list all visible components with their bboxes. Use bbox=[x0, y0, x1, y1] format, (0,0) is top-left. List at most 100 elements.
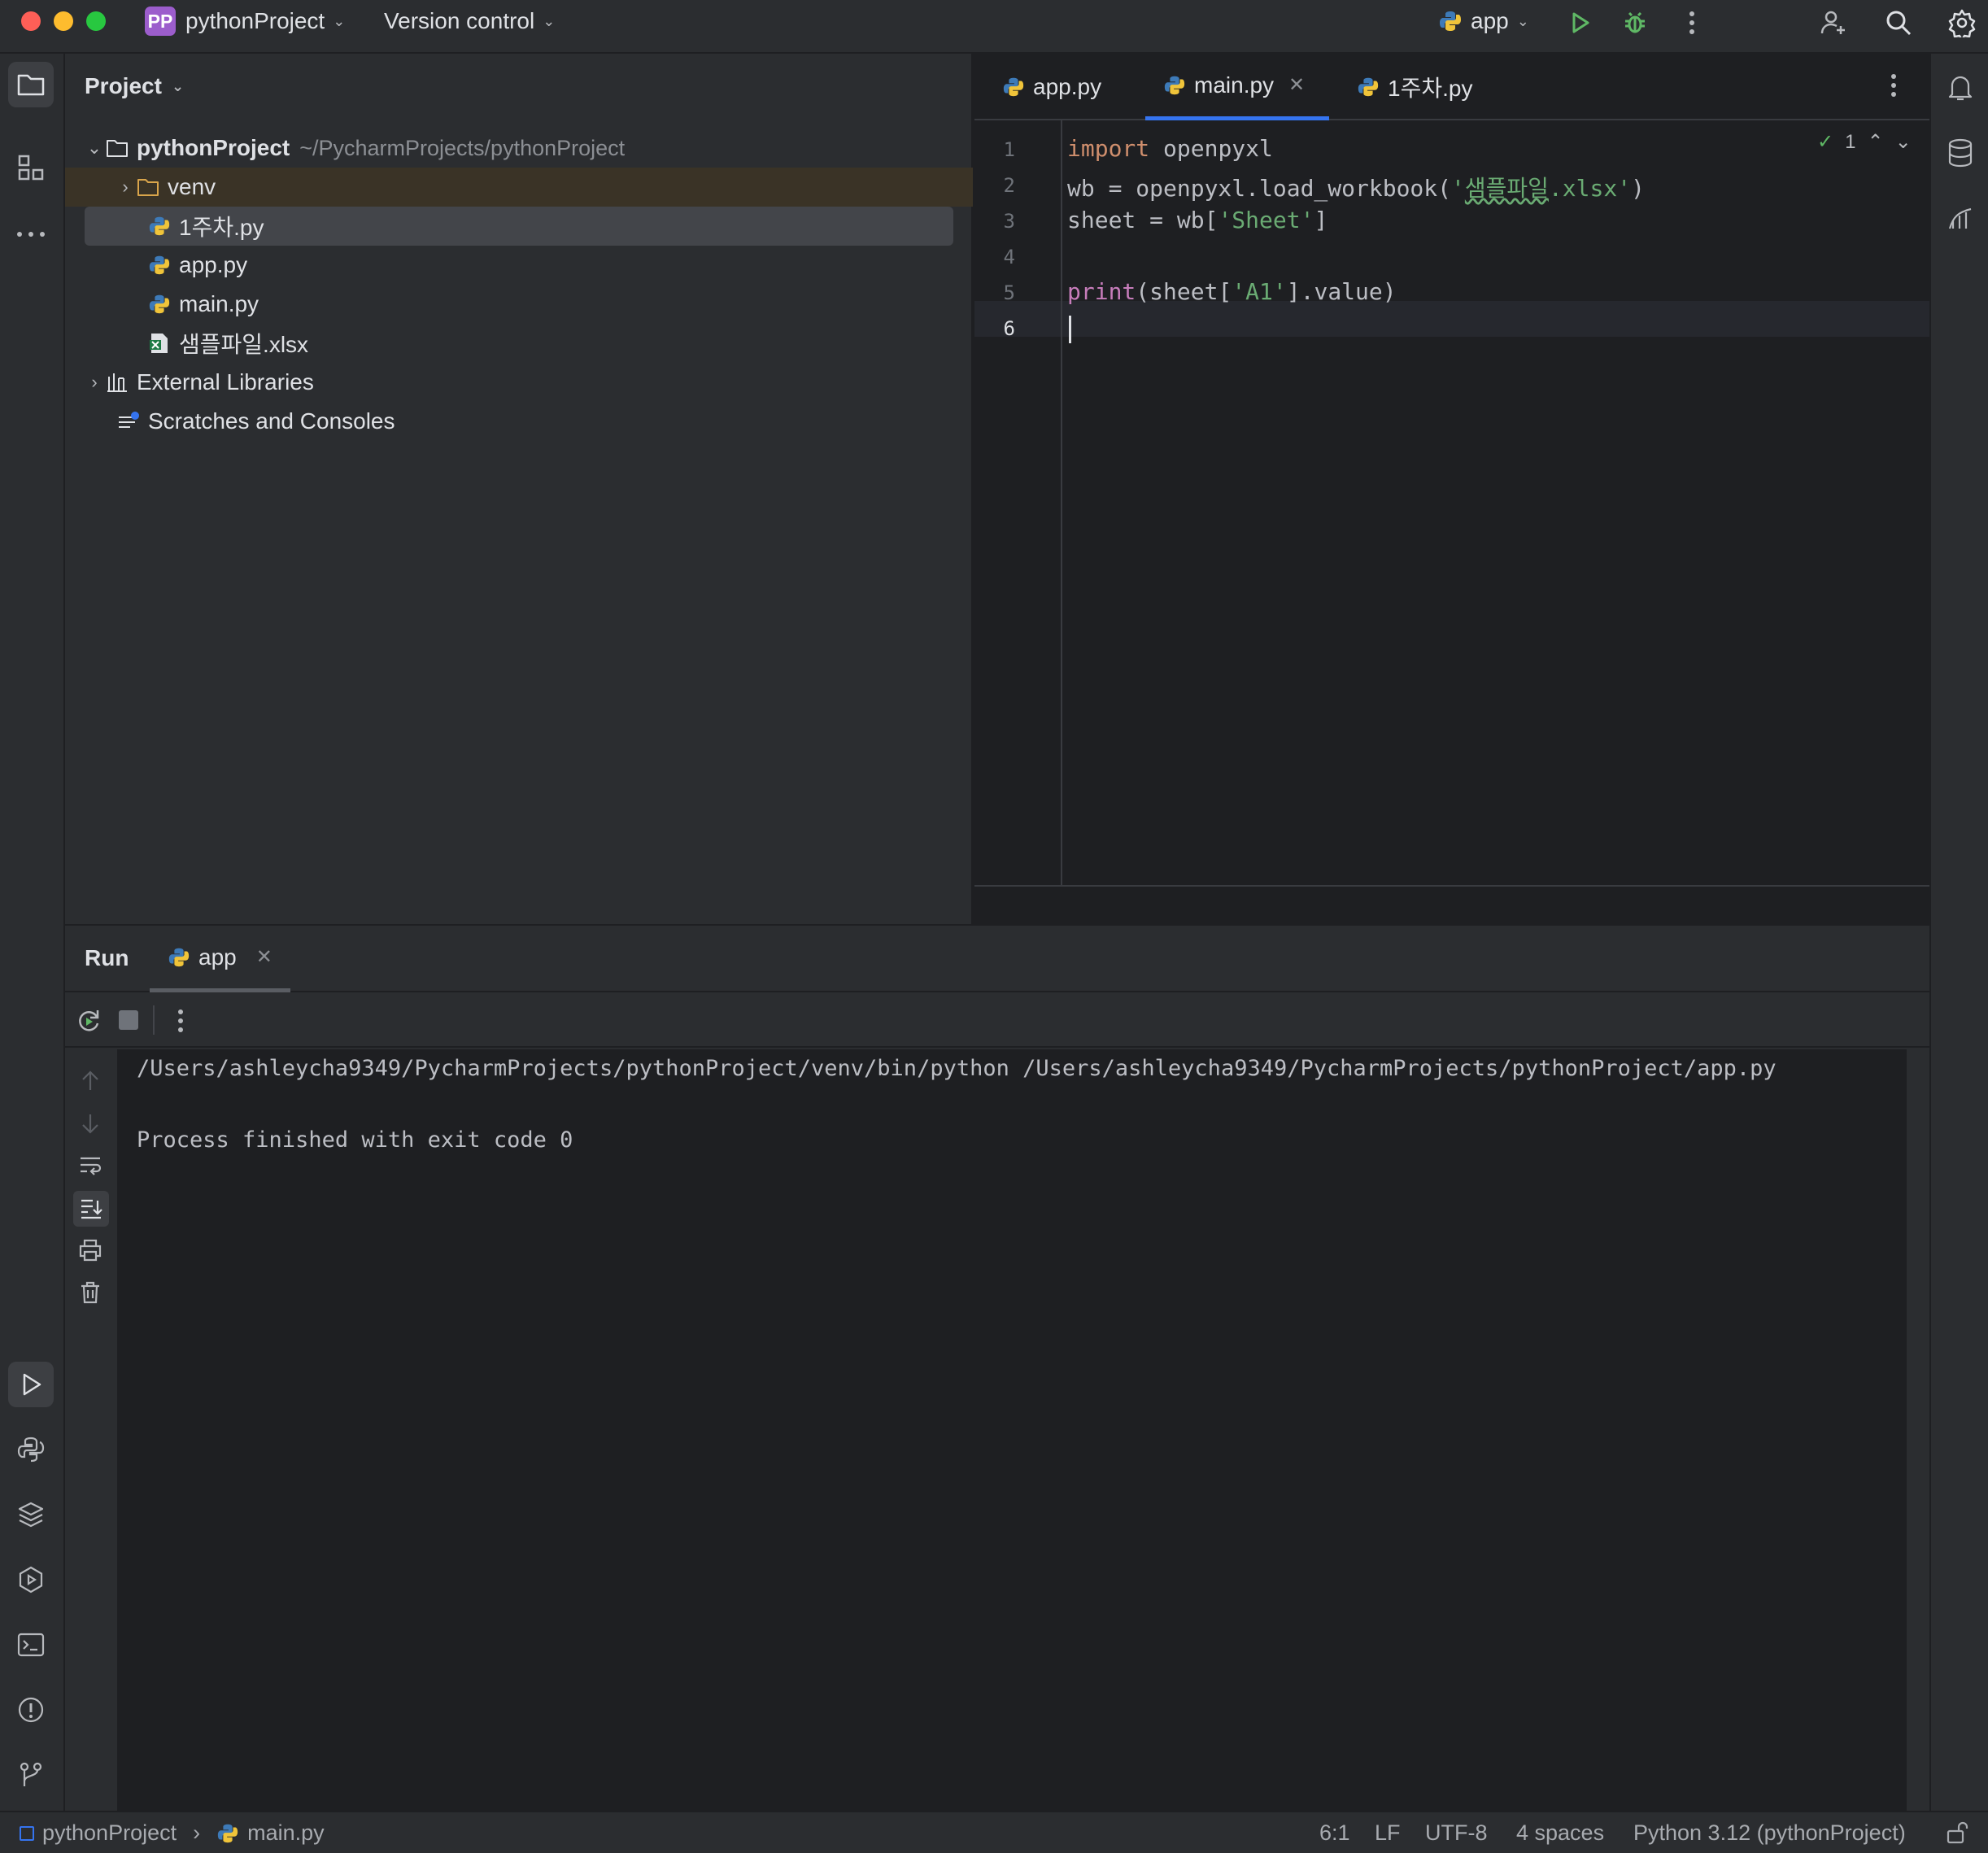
python-interpreter[interactable]: Python 3.12 (pythonProject) bbox=[1633, 1820, 1906, 1846]
tree-item-app-py[interactable]: app.py bbox=[65, 246, 973, 285]
rerun-button[interactable] bbox=[75, 1007, 102, 1039]
tree-item-scratches[interactable]: Scratches and Consoles bbox=[65, 402, 973, 441]
print-button[interactable] bbox=[78, 1238, 102, 1267]
breadcrumb-project[interactable]: pythonProject bbox=[42, 1820, 177, 1846]
project-switcher[interactable]: pythonProject ⌄ bbox=[185, 8, 345, 34]
tree-item-1주차-py[interactable]: 1주차.py bbox=[65, 207, 973, 246]
code-line-5: print(sheet['A1'].value) bbox=[1067, 278, 1397, 305]
minimize-window-button[interactable] bbox=[54, 11, 73, 31]
python-file-icon bbox=[146, 213, 172, 239]
chevron-down-icon: ⌄ bbox=[171, 77, 185, 94]
close-tab-icon[interactable]: ✕ bbox=[256, 945, 272, 969]
inspection-count: 1 bbox=[1845, 130, 1856, 153]
tree-item-label: app.py bbox=[179, 252, 248, 277]
tree-item-label: External Libraries bbox=[137, 369, 314, 395]
database-button[interactable] bbox=[1938, 130, 1983, 176]
arrow-down-icon bbox=[82, 1114, 98, 1134]
vertical-dots-icon bbox=[1689, 11, 1694, 34]
maximize-window-button[interactable] bbox=[86, 11, 106, 31]
indent-setting[interactable]: 4 spaces bbox=[1516, 1820, 1604, 1846]
console-scrollbar[interactable] bbox=[1907, 1049, 1929, 1811]
search-icon bbox=[1886, 11, 1912, 36]
library-icon bbox=[104, 369, 130, 395]
bug-icon bbox=[1625, 11, 1645, 33]
chevron-up-icon[interactable]: ⌃ bbox=[1867, 130, 1883, 154]
excel-file-icon bbox=[146, 330, 172, 356]
project-badge: PP bbox=[145, 7, 176, 36]
caret-position[interactable]: 6:1 bbox=[1319, 1820, 1350, 1846]
code-with-me-button[interactable] bbox=[1817, 7, 1850, 39]
module-icon bbox=[20, 1825, 34, 1841]
tab-actions-button[interactable] bbox=[1890, 73, 1897, 102]
tree-item-venv[interactable]: › venv bbox=[65, 168, 973, 207]
tab-app-py[interactable]: app.py bbox=[994, 54, 1110, 120]
chevron-down-icon[interactable]: ⌄ bbox=[85, 137, 104, 159]
structure-tool-button[interactable] bbox=[8, 145, 54, 190]
more-tools-button[interactable] bbox=[8, 211, 54, 257]
tab-label: app.py bbox=[1033, 74, 1102, 99]
gear-icon bbox=[1948, 9, 1976, 37]
scroll-to-end-button[interactable] bbox=[73, 1191, 109, 1227]
scroll-down-button[interactable] bbox=[78, 1111, 102, 1140]
run-more-actions-button[interactable] bbox=[177, 1009, 184, 1037]
code-area[interactable]: import openpyxl wb = openpyxl.load_workb… bbox=[974, 120, 1929, 885]
tree-item-main-py[interactable]: main.py bbox=[65, 285, 973, 324]
line-separator[interactable]: LF bbox=[1375, 1820, 1401, 1846]
python-console-button[interactable] bbox=[8, 1427, 54, 1472]
chevron-down-icon[interactable]: ⌄ bbox=[1895, 130, 1912, 154]
debug-button[interactable] bbox=[1619, 7, 1651, 39]
soft-wrap-icon bbox=[81, 1157, 102, 1175]
notifications-button[interactable] bbox=[1938, 65, 1983, 111]
stop-button[interactable] bbox=[119, 1010, 138, 1030]
run-tab-app[interactable]: app ✕ bbox=[150, 926, 290, 992]
breadcrumb-file[interactable]: main.py bbox=[247, 1820, 325, 1846]
soft-wrap-button[interactable] bbox=[78, 1153, 102, 1182]
version-control-menu[interactable]: Version control ⌄ bbox=[384, 8, 555, 34]
clear-console-button[interactable] bbox=[78, 1280, 102, 1309]
console-line-exit: Process finished with exit code 0 bbox=[137, 1127, 573, 1153]
run-button[interactable] bbox=[1563, 7, 1596, 39]
console-output[interactable]: /Users/ashleycha9349/PycharmProjects/pyt… bbox=[117, 1049, 1907, 1811]
chevron-right-icon[interactable]: › bbox=[85, 372, 104, 393]
more-actions-button[interactable] bbox=[1676, 7, 1708, 39]
scroll-up-button[interactable] bbox=[78, 1069, 102, 1097]
tree-item-label: 1주차.py bbox=[179, 215, 264, 240]
tree-item-sample-xlsx[interactable]: 샘플파일.xlsx bbox=[65, 324, 973, 363]
rerun-icon bbox=[79, 1010, 99, 1031]
terminal-button[interactable] bbox=[8, 1622, 54, 1668]
project-view-selector[interactable]: Project ⌄ bbox=[85, 73, 184, 99]
services-icon bbox=[19, 1566, 43, 1594]
run-configuration-selector[interactable]: app ⌄ bbox=[1438, 8, 1529, 34]
tree-item-label: Scratches and Consoles bbox=[148, 408, 395, 434]
read-only-toggle[interactable] bbox=[1946, 1820, 1968, 1851]
chevron-right-icon[interactable]: › bbox=[116, 177, 135, 198]
python-icon bbox=[1440, 11, 1461, 31]
run-tool-button[interactable] bbox=[8, 1362, 54, 1407]
file-encoding[interactable]: UTF-8 bbox=[1425, 1820, 1488, 1846]
inspection-widget[interactable]: ✓ 1 ⌃ ⌄ bbox=[1817, 130, 1912, 154]
right-tool-stripe bbox=[1929, 54, 1988, 1811]
tree-item-pythonproject[interactable]: ⌄ pythonProject ~/PycharmProjects/python… bbox=[65, 129, 973, 168]
close-window-button[interactable] bbox=[21, 11, 41, 31]
sciview-button[interactable] bbox=[1938, 195, 1983, 241]
tab-main-py[interactable]: main.py ✕ bbox=[1145, 54, 1329, 120]
tab-label: main.py bbox=[1194, 72, 1275, 98]
problems-button[interactable] bbox=[8, 1687, 54, 1733]
settings-button[interactable] bbox=[1946, 7, 1978, 39]
project-tool-button[interactable] bbox=[8, 62, 54, 107]
python-file-icon bbox=[1358, 77, 1379, 97]
services-button[interactable] bbox=[8, 1557, 54, 1602]
bell-icon bbox=[1948, 76, 1973, 101]
database-icon bbox=[1948, 138, 1973, 168]
add-user-icon bbox=[1820, 11, 1845, 34]
chevron-down-icon: ⌄ bbox=[543, 12, 556, 29]
structure-icon bbox=[18, 155, 44, 181]
version-control-button[interactable] bbox=[8, 1752, 54, 1798]
search-everywhere-button[interactable] bbox=[1882, 7, 1915, 39]
close-tab-icon[interactable]: ✕ bbox=[1288, 73, 1305, 97]
tab-1주차-py[interactable]: 1주차.py bbox=[1349, 54, 1480, 120]
python-console-icon bbox=[17, 1437, 45, 1463]
tree-item-external-libraries[interactable]: › External Libraries bbox=[65, 363, 973, 402]
python-packages-button[interactable] bbox=[8, 1492, 54, 1537]
python-file-icon bbox=[146, 291, 172, 317]
